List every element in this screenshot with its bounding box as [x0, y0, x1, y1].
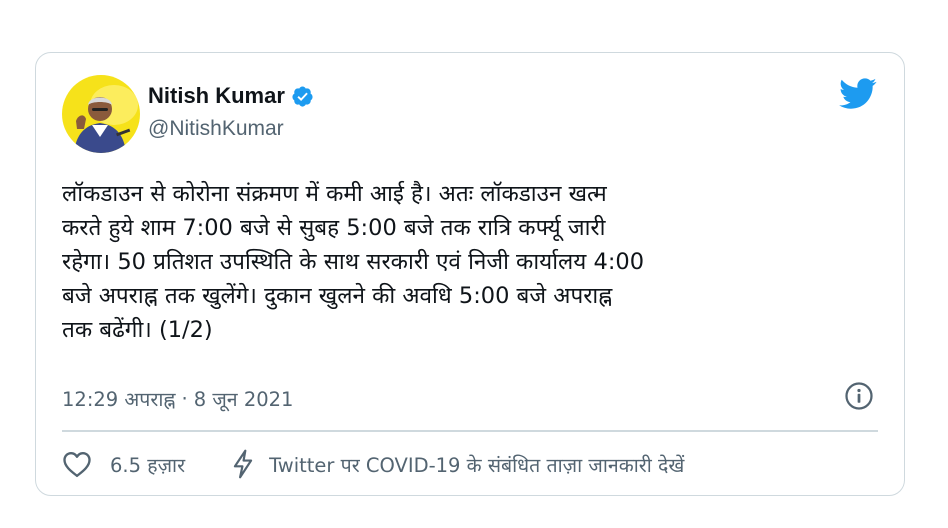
tweet-text: लॉकडाउन से कोरोना संक्रमण में कमी आई है।… — [62, 177, 862, 347]
tweet-date[interactable]: 8 जून 2021 — [194, 385, 294, 412]
heart-icon[interactable] — [62, 450, 92, 478]
meta-separator: · — [181, 387, 188, 410]
tweet-time[interactable]: 12:29 अपराह्न — [62, 385, 176, 412]
tweet-line: रहेगा। 50 प्रतिशत उपस्थिति के साथ सरकारी… — [62, 249, 645, 275]
avatar[interactable] — [62, 75, 140, 153]
info-icon[interactable] — [844, 381, 874, 411]
lightning-bolt-icon — [233, 449, 253, 479]
like-count[interactable]: 6.5 हज़ार — [110, 451, 185, 478]
tweet-line: बजे अपराह्न तक खुलेंगे। दुकान खुलने की अ… — [62, 283, 613, 309]
like-button[interactable]: 6.5 हज़ार — [62, 450, 185, 478]
covid-info-text[interactable]: Twitter पर COVID-19 के संबंधित ताज़ा जान… — [269, 451, 684, 478]
tweet-line: करते हुये शाम 7:00 बजे से सुबह 5:00 बजे … — [62, 215, 606, 241]
tweet-card[interactable]: Nitish Kumar @NitishKumar लॉकडाउन से कोर… — [35, 52, 905, 496]
verified-badge-icon — [292, 85, 313, 107]
author-handle[interactable]: @NitishKumar — [148, 117, 284, 141]
tweet-actions: 6.5 हज़ार Twitter पर COVID-19 के संबंधित… — [62, 449, 878, 479]
tweet-timestamp[interactable]: 12:29 अपराह्न · 8 जून 2021 — [62, 385, 293, 412]
tweet-line: लॉकडाउन से कोरोना संक्रमण में कमी आई है।… — [62, 181, 607, 207]
divider — [62, 430, 878, 432]
author-name[interactable]: Nitish Kumar — [148, 83, 285, 109]
tweet-line: तक बढेंगी। (1/2) — [62, 317, 213, 343]
twitter-bird-icon[interactable] — [839, 77, 877, 111]
covid-info-link[interactable]: Twitter पर COVID-19 के संबंधित ताज़ा जान… — [231, 449, 684, 479]
